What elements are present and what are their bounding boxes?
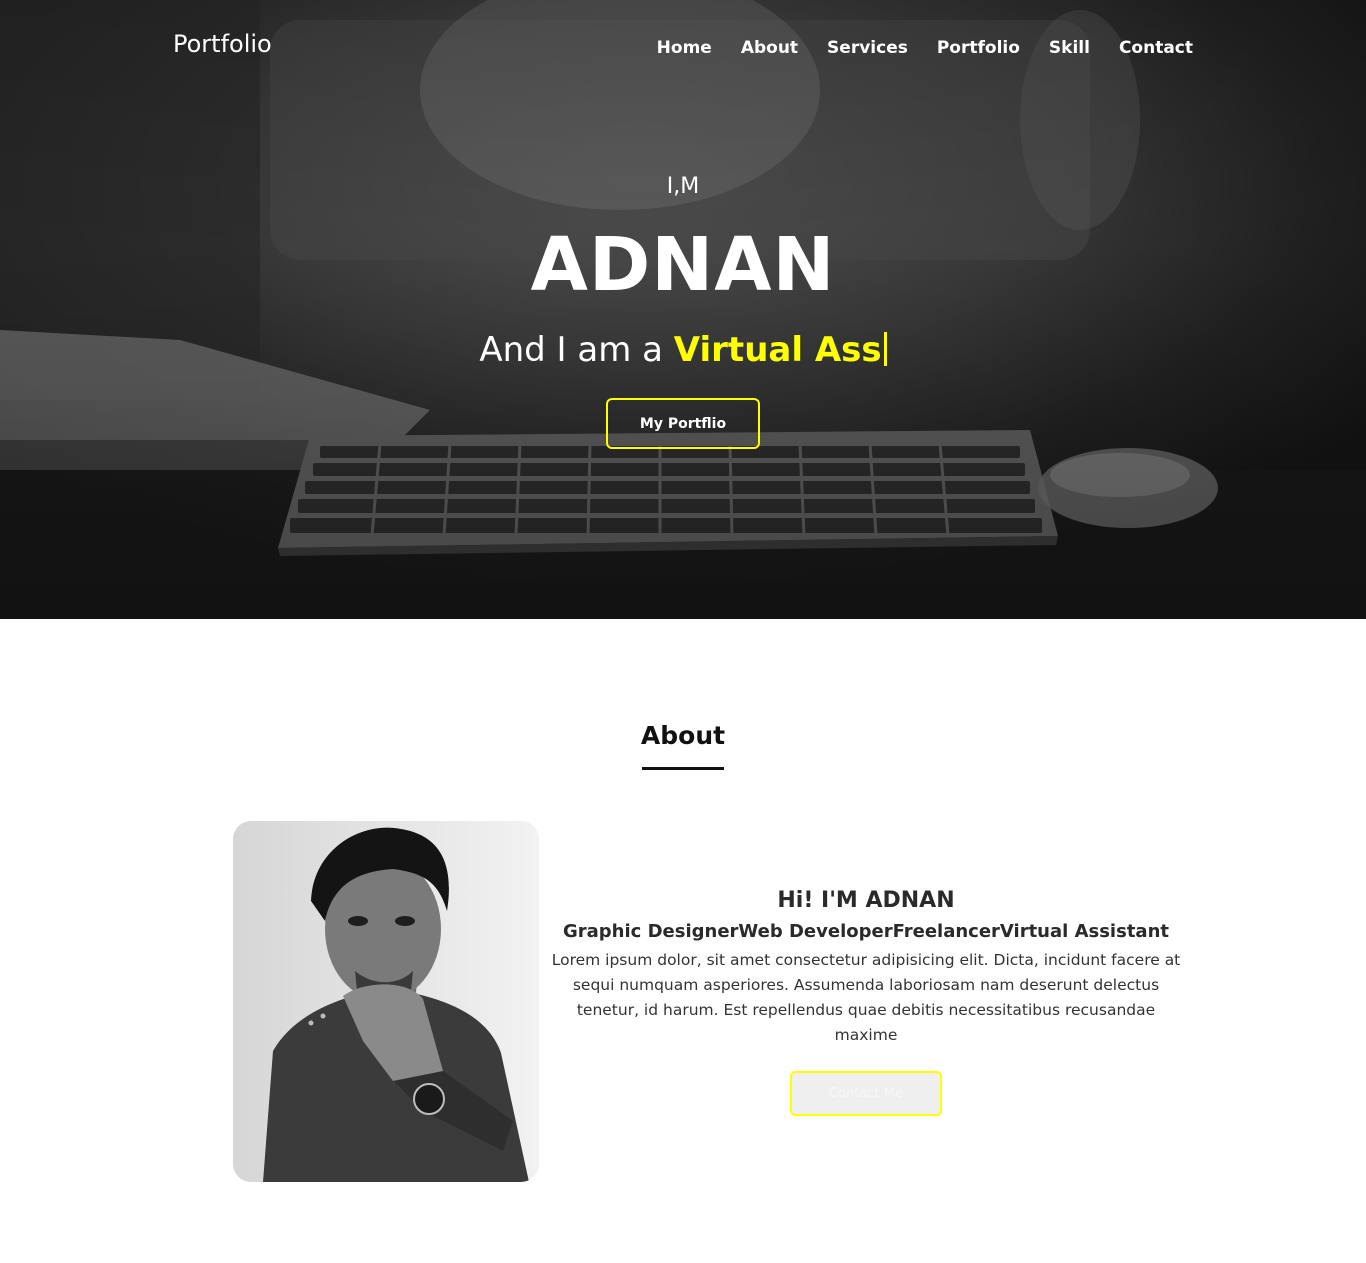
hero-name: ADNAN: [530, 222, 836, 308]
about-heading-underline: [642, 767, 724, 770]
nav-contact[interactable]: Contact: [1119, 38, 1193, 58]
about-text-block: Hi! I'M ADNAN Graphic DesignerWeb Develo…: [540, 888, 1192, 1048]
hero-section: Portfolio Home About Services Portfolio …: [0, 0, 1366, 619]
nav-home[interactable]: Home: [657, 38, 712, 58]
about-roles: Graphic DesignerWeb DeveloperFreelancerV…: [563, 921, 1169, 942]
nav-services[interactable]: Services: [827, 38, 908, 58]
hero-typed-text: And I am a Virtual Ass: [0, 330, 1366, 370]
about-greeting: Hi! I'M ADNAN: [777, 888, 955, 913]
profile-photo: [233, 821, 539, 1182]
profile-photo-image: [233, 821, 539, 1182]
brand-logo[interactable]: Portfolio: [173, 30, 272, 58]
typed-highlight: Virtual Ass: [673, 330, 882, 370]
nav-portfolio[interactable]: Portfolio: [937, 38, 1020, 58]
contact-me-button[interactable]: Contact Me: [790, 1071, 942, 1116]
my-portfolio-button[interactable]: My Portflio: [606, 398, 760, 449]
typing-cursor: [883, 332, 887, 366]
hero-intro: I,M: [666, 174, 700, 199]
about-heading: About: [640, 721, 726, 750]
nav-about[interactable]: About: [741, 38, 798, 58]
hero-overlay: [0, 0, 1366, 619]
typed-prefix: And I am a: [479, 330, 674, 370]
main-nav: Home About Services Portfolio Skill Cont…: [657, 38, 1193, 58]
about-description: Lorem ipsum dolor, sit amet consectetur …: [551, 951, 1181, 1044]
nav-skill[interactable]: Skill: [1049, 38, 1090, 58]
